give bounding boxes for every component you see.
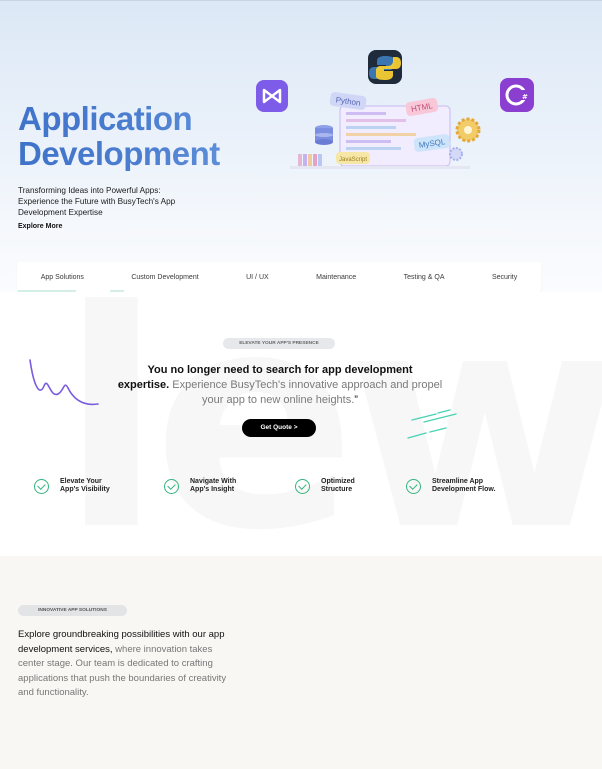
feature-label: Navigate With App's Insight [190,478,236,494]
feature-line2: Development Flow. [432,486,496,493]
background-watermark: lew [60,292,602,556]
check-circle-icon [295,478,310,494]
python-icon [368,50,402,84]
svg-text:#: # [522,93,528,101]
feature-item: Elevate Your App's Visibility [34,478,110,494]
visual-studio-icon [256,80,288,112]
dash-decoration [407,409,457,439]
javascript-tag: JavaScript [336,152,370,164]
check-circle-icon [164,478,179,494]
database-icon [315,125,333,145]
javascript-tag-label: JavaScript [339,157,367,163]
tab-ui-ux[interactable]: UI / UX [246,274,269,281]
feature-line2: App's Visibility [60,486,110,493]
feature-line1: Optimized [321,478,355,485]
presence-section: lew ELEVATE YOUR APP'S PRESENCE You no l… [0,292,602,556]
feature-item: Streamline App Development Flow. [406,478,496,494]
tab-testing-qa[interactable]: Testing & QA [404,274,445,281]
tab-maintenance[interactable]: Maintenance [316,274,356,281]
feature-item: Navigate With App's Insight [164,478,236,494]
hero-subtitle: Transforming Ideas into Powerful Apps: E… [18,185,228,218]
hero-title-line2: Development [18,135,220,172]
quote-dim: Experience BusyTech's innovative approac… [172,379,443,406]
tab-security[interactable]: Security [492,274,517,281]
presence-quote: You no longer need to search for app dev… [110,363,450,408]
squiggle-decoration [29,359,99,406]
feature-line2: Structure [321,486,353,493]
hero-subtitle-line3: Development Expertise [18,208,103,217]
quote-bold-2: expertise. [117,379,170,391]
app-solutions-text: Explore groundbreaking possibilities wit… [18,628,233,701]
hero-illustration: # Python HTML MySQL JavaScript [256,50,534,169]
python-tag: Python [329,92,367,110]
feature-label: Elevate Your App's Visibility [60,478,110,494]
check-circle-icon [34,478,49,494]
feature-item: Optimized Structure [295,478,355,494]
hero-title: Application Development [18,101,220,171]
hero-section: Application Development Transforming Ide… [0,0,602,300]
hero-subtitle-line1: Transforming Ideas into Powerful Apps: [18,186,161,195]
feature-line2: App's Insight [190,486,235,493]
quote-end-mark: ” [354,394,358,406]
csharp-icon: # [500,78,534,112]
get-quote-button[interactable]: Get Quote > [242,419,316,437]
feature-label: Streamline App Development Flow. [432,478,496,494]
feature-line1: Elevate Your [60,478,102,485]
tab-app-solutions[interactable]: App Solutions [41,274,84,281]
hero-subtitle-line2: Experience the Future with BusyTech's Ap… [18,197,176,206]
presence-pill: ELEVATE YOUR APP'S PRESENCE [223,338,335,349]
check-circle-icon [406,478,421,494]
feature-line1: Navigate With [190,478,237,485]
service-tabs: App Solutions Custom Development UI / UX… [17,262,541,292]
chevron-right-icon: > [293,424,298,431]
hero-title-line1: Application [18,100,193,137]
tab-custom-development[interactable]: Custom Development [131,274,198,281]
feature-line1: Streamline App [432,478,484,485]
explore-more-link[interactable]: Explore More [18,223,62,230]
quote-bold-1: You no longer need to search for app dev… [147,364,413,376]
get-quote-label: Get Quote [260,424,292,431]
feature-label: Optimized Structure [321,478,355,494]
app-solutions-section: INNOVATIVE APP SOLUTIONS Explore groundb… [0,556,602,769]
gear-icon [449,117,481,161]
app-solutions-pill: INNOVATIVE APP SOLUTIONS [18,605,127,616]
